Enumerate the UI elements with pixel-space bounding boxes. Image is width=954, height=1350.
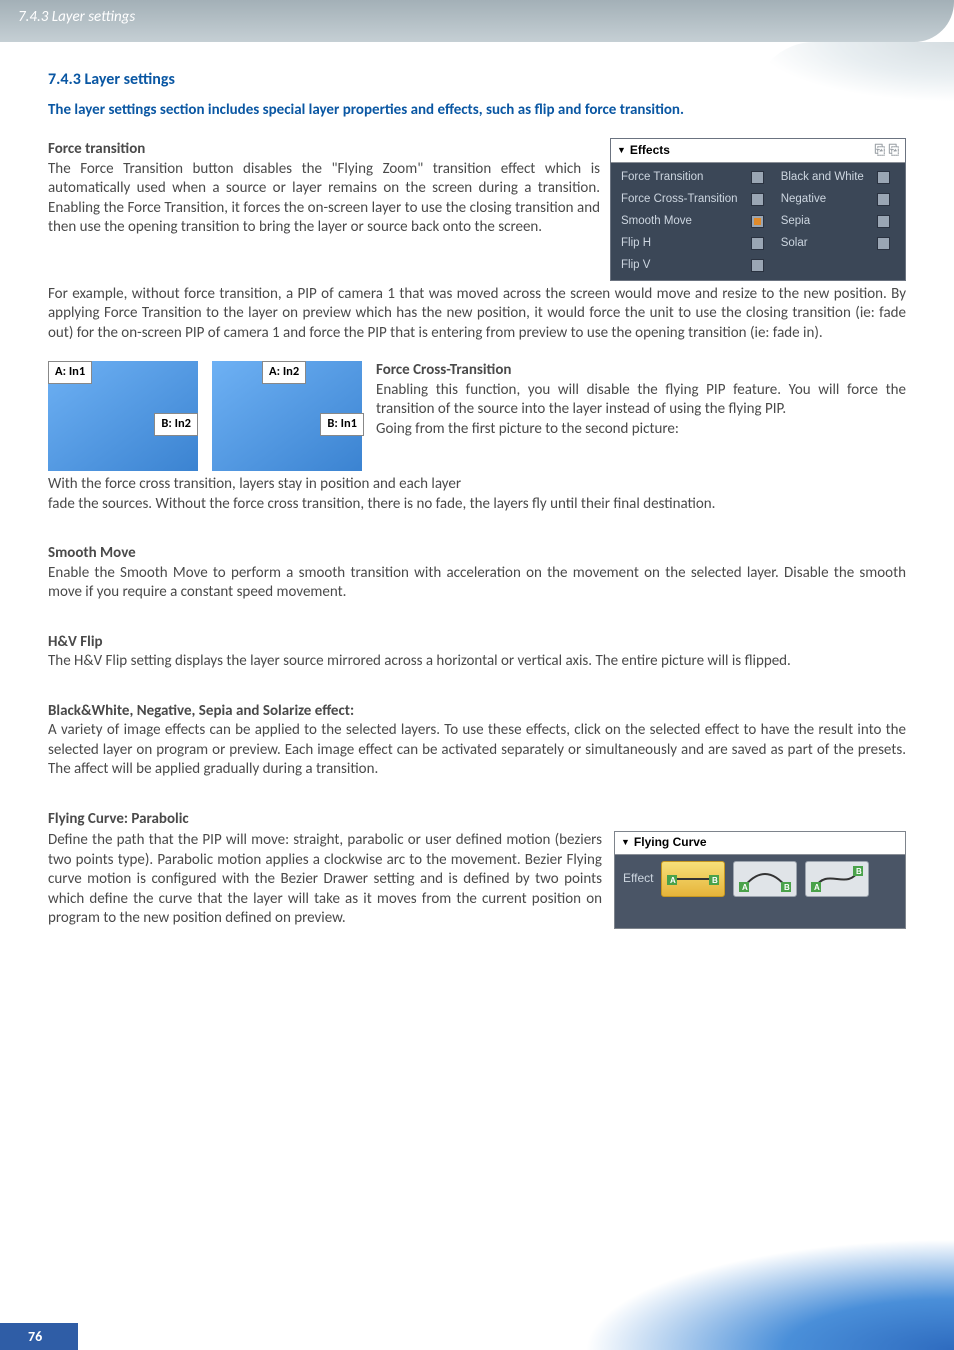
force-cross-p1: Enabling this function, you will disable… <box>376 381 906 420</box>
chk-negative[interactable] <box>877 193 890 206</box>
force-transition-row: Force transition The Force Transition bu… <box>48 138 906 281</box>
pip-row: A: In1 B: In2 A: In2 B: In1 Force Cross-… <box>48 361 906 471</box>
collapse-icon[interactable]: ▼ <box>617 145 626 157</box>
svg-text:B: B <box>856 867 862 876</box>
svg-text:A: A <box>670 876 676 885</box>
force-cross-heading: Force Cross-Transition <box>376 361 906 381</box>
opt-solar: Solar <box>781 236 865 251</box>
smooth-move-heading: Smooth Move <box>48 544 906 564</box>
opt-flip-h: Flip H <box>621 236 739 251</box>
flying-curve-title-bar[interactable]: ▼ Flying Curve <box>615 832 905 855</box>
straight-line-icon: A B <box>665 864 721 894</box>
flying-curve-title-text: Flying Curve <box>634 835 707 851</box>
hv-flip-p1: The H&V Flip setting displays the layer … <box>48 652 906 672</box>
chk-flip-v[interactable] <box>751 259 764 272</box>
panel-copy-icons[interactable]: ⎘ ⎘ <box>875 142 899 159</box>
chk-solar[interactable] <box>877 237 890 250</box>
opt-flip-v: Flip V <box>621 258 739 273</box>
flying-curve-panel: ▼ Flying Curve Effect A B <box>614 831 906 929</box>
parabolic-arc-icon: A B <box>737 864 793 894</box>
pip1-a-label: A: In1 <box>48 361 92 383</box>
force-cross-p2: Going from the first picture to the seco… <box>376 420 906 440</box>
chk-sepia[interactable] <box>877 215 890 228</box>
bezier-curve-icon: A B <box>809 864 865 894</box>
force-transition-heading: Force transition <box>48 140 600 160</box>
header-bar: 7.4.3 Layer settings <box>0 0 954 42</box>
chk-force-cross[interactable] <box>751 193 764 206</box>
effects-grid: Force Transition Black and White Force C… <box>611 163 905 280</box>
section-intro: The layer settings section includes spec… <box>48 101 906 121</box>
fly-btn-bezier[interactable]: A B <box>805 861 869 897</box>
force-cross-p4: fade the sources. Without the force cros… <box>48 495 906 515</box>
fly-btn-straight[interactable]: A B <box>661 861 725 897</box>
pip-diagram-2: A: In2 B: In1 <box>212 361 362 471</box>
main-content: 7.4.3 Layer settings The layer settings … <box>0 42 954 929</box>
hv-flip-heading: H&V Flip <box>48 633 906 653</box>
bw-effect-heading: Black&White, Negative, Sepia and Solariz… <box>48 702 906 722</box>
effects-title-text: Effects <box>630 143 670 159</box>
opt-sepia: Sepia <box>781 214 865 229</box>
svg-text:B: B <box>712 876 718 885</box>
collapse-icon[interactable]: ▼ <box>621 837 630 849</box>
breadcrumb: 7.4.3 Layer settings <box>18 8 135 26</box>
opt-black-white: Black and White <box>781 170 865 185</box>
page-number: 76 <box>0 1323 78 1350</box>
fly-btn-parabolic[interactable]: A B <box>733 861 797 897</box>
opt-smooth-move: Smooth Move <box>621 214 739 229</box>
effects-panel: ▼ Effects ⎘ ⎘ Force Transition Black and… <box>610 138 906 281</box>
pip-diagram-1: A: In1 B: In2 <box>48 361 198 471</box>
chk-flip-h[interactable] <box>751 237 764 250</box>
pip2-b-label: B: In1 <box>320 413 364 435</box>
bw-effect-p1: A variety of image effects can be applie… <box>48 721 906 780</box>
svg-text:A: A <box>814 883 820 892</box>
section-heading: 7.4.3 Layer settings <box>48 70 906 91</box>
svg-text:A: A <box>742 883 748 892</box>
chk-black-white[interactable] <box>877 171 890 184</box>
flying-curve-body: Effect A B A <box>615 855 905 903</box>
smooth-move-p1: Enable the Smooth Move to perform a smoo… <box>48 564 906 603</box>
flying-curve-row: Define the path that the PIP will move: … <box>48 831 906 929</box>
opt-negative: Negative <box>781 192 865 207</box>
svg-text:B: B <box>784 883 790 892</box>
force-transition-p2: For example, without force transition, a… <box>48 285 906 344</box>
pip1-b-label: B: In2 <box>154 413 198 435</box>
opt-force-cross: Force Cross-Transition <box>621 192 739 207</box>
pip2-a-label: A: In2 <box>262 361 306 383</box>
footer-decoration <box>554 1230 954 1350</box>
effects-panel-title-bar[interactable]: ▼ Effects ⎘ ⎘ <box>611 139 905 163</box>
opt-force-transition: Force Transition <box>621 170 739 185</box>
flying-curve-p1: Define the path that the PIP will move: … <box>48 831 602 929</box>
flying-curve-label: Effect <box>623 871 653 887</box>
flying-curve-heading: Flying Curve: Parabolic <box>48 810 906 830</box>
chk-force-transition[interactable] <box>751 171 764 184</box>
force-transition-p1: The Force Transition button disables the… <box>48 160 600 238</box>
force-cross-p3: With the force cross transition, layers … <box>48 475 906 495</box>
chk-smooth-move[interactable] <box>751 215 764 228</box>
